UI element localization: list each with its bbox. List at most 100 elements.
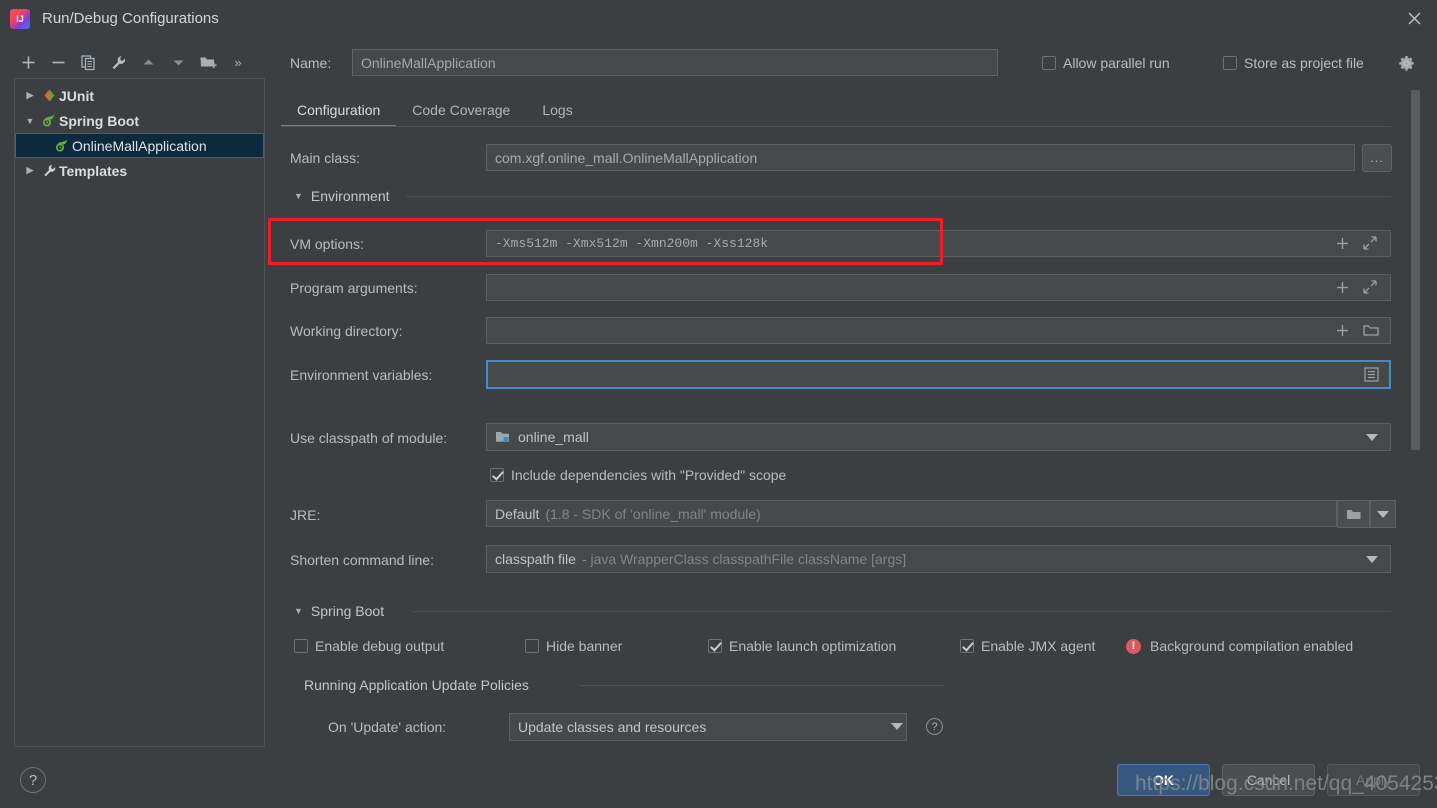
shorten-command-line-chevron-down-icon[interactable]: [1366, 556, 1378, 563]
move-up-button[interactable]: [134, 48, 162, 76]
vm-options-input[interactable]: -Xms512m -Xmx512m -Xmn200m -Xss128k: [486, 230, 1391, 257]
title-bar: Run/Debug Configurations: [0, 0, 1437, 37]
working-directory-add-icon[interactable]: [1336, 324, 1349, 342]
name-input[interactable]: OnlineMallApplication: [352, 49, 998, 76]
list-icon: [1364, 367, 1379, 382]
working-directory-input[interactable]: [486, 317, 1391, 344]
update-policies-section-line: [579, 685, 945, 686]
on-update-action-value: Update classes and resources: [518, 719, 707, 735]
program-arguments-input[interactable]: [486, 274, 1391, 301]
enable-debug-output-label: Enable debug output: [315, 638, 445, 654]
edit-templates-button[interactable]: [104, 48, 132, 76]
spring-boot-glyph: [43, 114, 55, 127]
environment-variables-list-icon[interactable]: [1364, 367, 1379, 387]
spring-boot-glyph: [56, 139, 68, 152]
environment-section-label: Environment: [310, 188, 390, 204]
shorten-command-line-dropdown[interactable]: classpath file - java WrapperClass class…: [486, 545, 1391, 573]
environment-variables-field-icons: [1364, 367, 1379, 387]
main-class-label: Main class:: [290, 150, 361, 166]
on-update-action-chevron-down-icon[interactable]: [891, 723, 903, 730]
store-as-project-file-checkbox[interactable]: Store as project file: [1223, 55, 1364, 71]
wrench-glyph: [43, 164, 55, 177]
spring-boot-section-collapse-icon[interactable]: ▼: [294, 606, 303, 616]
tree-item-spring-boot[interactable]: ▼ Spring Boot: [15, 108, 264, 133]
copy-configuration-button[interactable]: [74, 48, 102, 76]
hide-banner-box[interactable]: [525, 639, 539, 653]
jre-chevron-down-icon: [1377, 510, 1389, 518]
include-dependencies-box[interactable]: [490, 468, 504, 482]
main-class-browse-button[interactable]: ...: [1362, 144, 1392, 172]
error-circle-icon: !: [1126, 638, 1141, 654]
program-arguments-expand-icon[interactable]: [1363, 280, 1377, 299]
tree-item-junit-label: JUnit: [59, 87, 94, 104]
on-update-action-dropdown[interactable]: Update classes and resources: [509, 713, 907, 741]
jre-label: JRE:: [290, 507, 321, 523]
help-button[interactable]: ?: [20, 767, 46, 793]
gear-icon[interactable]: [1398, 55, 1415, 77]
update-policies-section-label: Running Application Update Policies: [304, 677, 529, 693]
hide-banner-checkbox[interactable]: Hide banner: [525, 638, 622, 654]
remove-configuration-button[interactable]: [44, 48, 72, 76]
jre-dropdown-button[interactable]: [1370, 500, 1396, 528]
jre-hint: (1.8 - SDK of 'online_mall' module): [545, 505, 761, 522]
new-folder-button[interactable]: [194, 48, 222, 76]
enable-launch-optimization-checkbox[interactable]: Enable launch optimization: [708, 638, 896, 654]
enable-debug-output-box[interactable]: [294, 639, 308, 653]
vm-options-expand-icon[interactable]: [1363, 236, 1377, 255]
configurations-tree[interactable]: ▶ JUnit ▼ Spring Boot OnlineMallApplicat…: [14, 78, 265, 747]
shorten-command-line-value: classpath file: [495, 551, 576, 567]
spring-boot-section-header[interactable]: ▼ Spring Boot: [294, 603, 384, 619]
configuration-scrollbar-thumb[interactable]: [1411, 90, 1420, 450]
templates-twisty-icon[interactable]: ▶: [21, 165, 39, 176]
window-title: Run/Debug Configurations: [42, 10, 219, 27]
tree-item-templates[interactable]: ▶ Templates: [15, 158, 264, 183]
add-configuration-button[interactable]: [14, 48, 42, 76]
working-directory-browse-icon[interactable]: [1363, 323, 1379, 342]
environment-section-header[interactable]: ▼ Environment: [294, 188, 390, 204]
enable-debug-output-checkbox[interactable]: Enable debug output: [294, 638, 444, 654]
use-classpath-of-module-dropdown[interactable]: online_mall: [486, 423, 1391, 451]
include-dependencies-checkbox[interactable]: Include dependencies with "Provided" sco…: [490, 467, 786, 483]
environment-variables-input[interactable]: [486, 360, 1391, 389]
jre-browse-button[interactable]: [1337, 500, 1370, 528]
spring-boot-icon: [39, 113, 59, 128]
tab-code-coverage[interactable]: Code Coverage: [396, 102, 526, 126]
main-class-input[interactable]: com.xgf.online_mall.OnlineMallApplicatio…: [486, 144, 1355, 171]
watermark-text: https://blog.csdn.net/qq_40542534: [1135, 772, 1437, 795]
run-debug-configurations-dialog: Run/Debug Configurations: [0, 0, 1437, 808]
allow-parallel-run-box[interactable]: [1042, 56, 1056, 70]
spring-boot-icon: [52, 138, 72, 153]
tree-item-junit[interactable]: ▶ JUnit: [15, 83, 264, 108]
tab-logs[interactable]: Logs: [526, 102, 588, 126]
tab-configuration-label: Configuration: [297, 102, 381, 118]
tree-item-onlinemallapplication-label: OnlineMallApplication: [72, 137, 207, 154]
enable-launch-optimization-box[interactable]: [708, 639, 722, 653]
more-button[interactable]: »: [224, 48, 252, 76]
tab-configuration[interactable]: Configuration: [281, 102, 397, 127]
use-classpath-chevron-down-icon[interactable]: [1366, 434, 1378, 441]
section-collapse-icon[interactable]: ▼: [294, 191, 303, 201]
working-directory-label: Working directory:: [290, 323, 403, 339]
hide-banner-label: Hide banner: [546, 638, 623, 654]
program-arguments-add-icon[interactable]: [1336, 281, 1349, 299]
enable-jmx-agent-box[interactable]: [960, 639, 974, 653]
enable-jmx-agent-checkbox[interactable]: Enable JMX agent: [960, 638, 1095, 654]
minus-icon: [52, 61, 64, 63]
on-update-action-help-icon[interactable]: ?: [926, 718, 943, 735]
jre-input[interactable]: Default (1.8 - SDK of 'online_mall' modu…: [486, 500, 1337, 527]
intellij-idea-icon: [10, 8, 30, 29]
jre-value: Default: [495, 505, 540, 522]
store-as-project-file-box[interactable]: [1223, 56, 1237, 70]
tree-item-onlinemallapplication[interactable]: OnlineMallApplication: [15, 133, 264, 158]
allow-parallel-run-checkbox[interactable]: Allow parallel run: [1042, 55, 1170, 71]
junit-glyph: [44, 89, 54, 102]
spring-boot-twisty-icon[interactable]: ▼: [21, 116, 39, 126]
background-compilation-label: Background compilation enabled: [1150, 638, 1354, 654]
junit-twisty-icon[interactable]: ▶: [21, 90, 39, 101]
program-arguments-label: Program arguments:: [290, 280, 418, 296]
vm-options-add-icon[interactable]: [1336, 237, 1349, 255]
close-icon[interactable]: [1391, 0, 1437, 37]
move-down-button[interactable]: [164, 48, 192, 76]
plus-icon: [1337, 237, 1348, 249]
chevron-down-icon: [173, 60, 183, 65]
